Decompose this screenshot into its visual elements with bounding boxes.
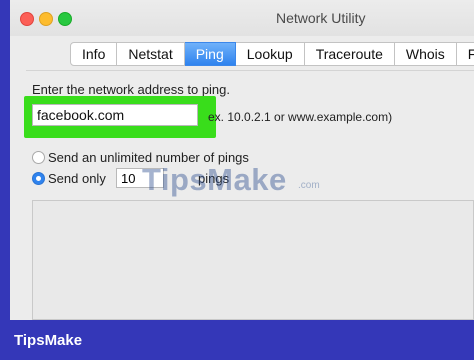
minimize-button[interactable] [39,12,53,26]
network-utility-window: Network Utility Info Netstat Ping Lookup… [10,0,474,320]
tab-lookup[interactable]: Lookup [235,42,305,66]
tab-info[interactable]: Info [70,42,118,66]
close-button[interactable] [20,12,34,26]
title-bar: Network Utility [10,0,474,36]
zoom-button[interactable] [58,12,72,26]
send-only-radio[interactable] [32,172,45,185]
window-title: Network Utility [276,10,366,26]
tab-ping[interactable]: Ping [184,42,236,66]
address-input[interactable] [32,104,198,126]
tab-whois[interactable]: Whois [394,42,457,66]
tab-traceroute[interactable]: Traceroute [304,42,395,66]
watermark: TipsMake [142,162,287,197]
tab-netstat[interactable]: Netstat [117,42,185,66]
tab-finger[interactable]: Fin [456,42,474,66]
address-example-hint: ex. 10.0.2.1 or www.example.com) [208,110,393,124]
send-only-label: Send only [48,171,106,186]
tab-bar: Info Netstat Ping Lookup Traceroute Whoi… [70,42,474,66]
watermark-suffix: .com [298,180,320,191]
footer-brand: TipsMake [14,332,83,349]
ping-results-area [32,200,474,320]
address-prompt: Enter the network address to ping. [32,82,231,97]
unlimited-pings-radio[interactable] [32,151,45,164]
